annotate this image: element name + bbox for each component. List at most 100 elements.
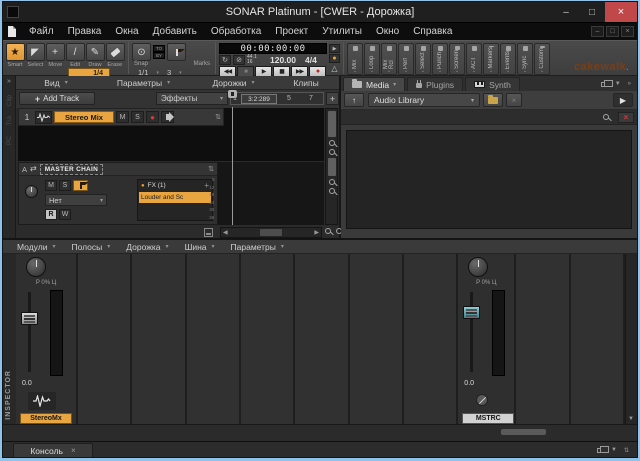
dock-windows-icon[interactable] <box>601 82 608 87</box>
lane-options-icon[interactable] <box>204 228 213 237</box>
tab-media[interactable]: Media▾ <box>343 77 405 91</box>
track-echo-button[interactable] <box>161 111 174 123</box>
empty-console-column[interactable] <box>241 254 295 424</box>
erase-tool-button[interactable] <box>106 43 125 61</box>
console-menu-track[interactable]: Дорожка▾ <box>126 242 168 252</box>
track-solo-button[interactable]: S <box>131 111 144 123</box>
bus-clip-lane[interactable] <box>218 162 324 225</box>
tv-menu-clips[interactable]: Клипы <box>276 78 336 88</box>
menu-views[interactable]: Окна <box>108 23 145 40</box>
module-markers[interactable]: Markers⌄ <box>483 43 499 75</box>
master-solo-button[interactable]: S <box>59 180 71 191</box>
module-select[interactable]: Select⌄ <box>415 43 431 75</box>
module-loop[interactable]: Loop⌄ <box>364 43 380 75</box>
menu-project[interactable]: Проект <box>268 23 315 40</box>
pan-knob[interactable] <box>26 257 46 277</box>
time-signature-value[interactable]: 4/4 <box>305 55 317 65</box>
select-tool-button[interactable]: ◤ <box>26 43 45 61</box>
module-act[interactable]: ACT⌄ <box>466 43 482 75</box>
menu-process[interactable]: Обработка <box>204 23 268 40</box>
fx-power-icon[interactable]: ● <box>141 183 145 189</box>
smart-tool-button[interactable]: ★ <box>6 43 25 61</box>
master-freeze-button[interactable] <box>73 180 88 191</box>
master-pan-knob[interactable] <box>25 185 38 198</box>
master-input-dropdown[interactable]: Нет▾ <box>45 194 107 206</box>
tv-menu-options[interactable]: Параметры▾ <box>96 78 191 88</box>
empty-console-column[interactable] <box>295 254 349 424</box>
empty-console-column[interactable] <box>187 254 241 424</box>
master-mute-button[interactable]: M <box>45 180 57 191</box>
console-vertical-scrollbar[interactable]: ▼ <box>625 254 637 424</box>
module-mixrcl[interactable]: Mix Rcl⌄ <box>381 43 397 75</box>
track-expand-icon[interactable]: ⇅ <box>215 113 221 121</box>
automation-write-button[interactable]: W <box>59 209 71 220</box>
module-screen[interactable]: Screen⌄ <box>449 43 465 75</box>
console-menu-bus[interactable]: Шина▾ <box>185 242 215 252</box>
phase-knob[interactable] <box>476 394 488 406</box>
ruler-add-button[interactable]: + <box>326 92 339 105</box>
effects-dropdown[interactable]: Эффекты▾ <box>156 92 228 105</box>
empty-console-column[interactable] <box>350 254 404 424</box>
scrollbar-thumb[interactable] <box>501 429 546 435</box>
scroll-down-icon[interactable]: ▼ <box>628 416 634 422</box>
rail-tab-track[interactable]: Tra <box>6 116 13 126</box>
fx-plugin-item[interactable]: Louder and Sc <box>139 192 211 203</box>
empty-console-column[interactable] <box>516 254 570 424</box>
media-file-list[interactable] <box>346 130 632 229</box>
play-state-button[interactable]: ▶ <box>329 44 340 53</box>
tab-plugins[interactable]: Plugins <box>407 77 463 91</box>
rail-tab-prochannel[interactable]: PC <box>6 136 13 145</box>
strip-name[interactable]: MSTRC <box>462 413 514 424</box>
empty-console-column[interactable] <box>132 254 186 424</box>
loop-icon-button[interactable]: ↻ <box>219 55 231 65</box>
preview-play-button[interactable]: ▶ <box>613 93 633 107</box>
rail-tab-clip[interactable]: Clip <box>6 95 13 106</box>
media-location-dropdown[interactable]: Audio Library▾ <box>368 93 480 107</box>
scroll-right-icon[interactable]: ▶ <box>314 229 319 236</box>
dropdown-icon[interactable]: ▼ <box>615 81 621 87</box>
empty-console-column[interactable] <box>571 254 625 424</box>
tv-menu-view[interactable]: Вид▾ <box>16 78 96 88</box>
automation-read-button[interactable]: R <box>45 209 57 220</box>
expand-icon[interactable]: ⇅ <box>208 165 214 173</box>
menu-utilities[interactable]: Утилиты <box>315 23 369 40</box>
volume-fader[interactable] <box>463 306 480 319</box>
track-mute-button[interactable]: M <box>116 111 129 123</box>
metronome-icon[interactable]: △ <box>331 64 337 73</box>
browser-search-row[interactable]: × <box>341 110 637 125</box>
menu-help[interactable]: Справка <box>406 23 459 40</box>
timeline-ruler[interactable]: 1 3:2:289 5 7 <box>230 92 324 105</box>
zoom-in-icon[interactable] <box>329 149 335 155</box>
expand-collapse-icon[interactable]: ⇅ <box>624 447 629 454</box>
track-record-arm-button[interactable]: ● <box>146 111 159 123</box>
menu-edit[interactable]: Правка <box>61 23 109 40</box>
collapse-chevrons-icon[interactable]: » <box>628 81 631 87</box>
dock-windows-icon[interactable] <box>597 448 604 453</box>
module-events[interactable]: Events⌄ <box>500 43 516 75</box>
scrollbar-thumb[interactable] <box>328 158 336 176</box>
volume-value[interactable]: 0.0 <box>22 380 32 387</box>
tempo-value[interactable]: 120.00 <box>263 55 303 65</box>
zoom-out-icon[interactable] <box>325 228 331 234</box>
zoom-out-icon[interactable] <box>329 179 335 185</box>
browse-folder-button[interactable] <box>483 93 503 107</box>
menu-window[interactable]: Окно <box>369 23 406 40</box>
tab-synth[interactable]: Synth <box>465 77 520 91</box>
module-punch[interactable]: Punch⌄ <box>432 43 448 75</box>
expand-chevrons-icon[interactable]: » <box>7 78 11 85</box>
console-horizontal-scrollbar[interactable] <box>3 424 637 441</box>
time-display[interactable]: 00:00:00:00 <box>219 43 327 54</box>
strip-name[interactable]: StereoMx <box>20 413 72 424</box>
move-tool-button[interactable]: + <box>46 43 65 61</box>
console-menu-modules[interactable]: Модули▾ <box>17 242 55 252</box>
playhead-marker-handle[interactable] <box>228 90 237 98</box>
module-sync[interactable]: Sync⌄ <box>517 43 533 75</box>
add-track-button[interactable]: +Add Track <box>19 92 95 105</box>
scrollbar-thumb[interactable] <box>260 229 282 236</box>
track-name[interactable]: Stereo Mix <box>54 111 114 123</box>
scrollbar-thumb[interactable] <box>328 111 336 137</box>
empty-console-column[interactable] <box>78 254 132 424</box>
draw-tool-button[interactable]: ✎ <box>86 43 105 61</box>
snap-button[interactable]: ⊙ <box>132 43 151 61</box>
empty-track-area[interactable] <box>18 126 324 161</box>
